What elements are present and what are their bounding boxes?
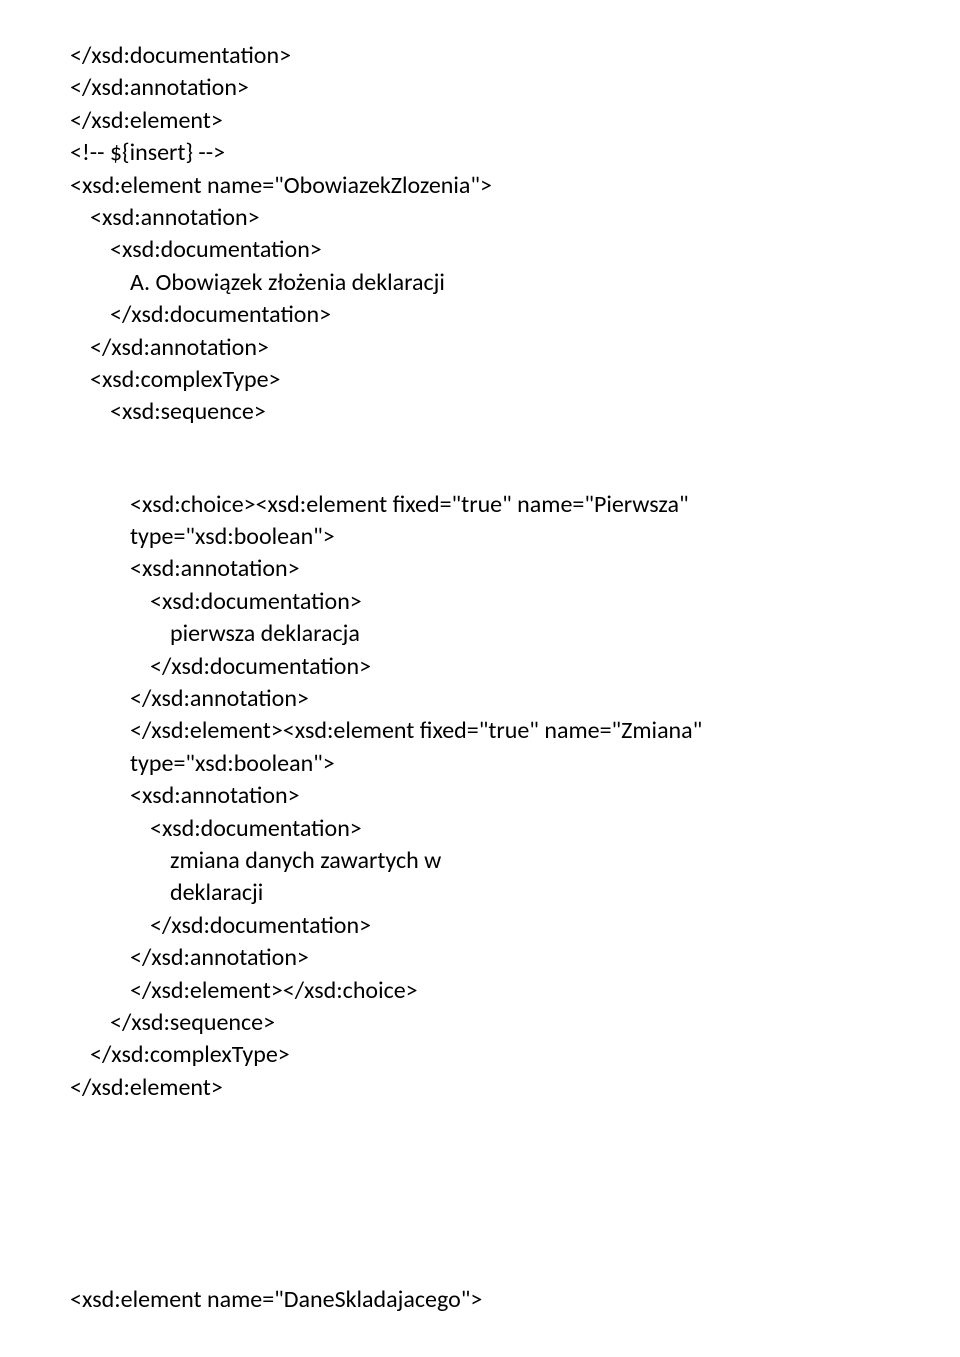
code-line: </xsd:documentation> [70, 40, 890, 72]
code-line: <xsd:annotation> [70, 202, 890, 234]
code-line: </xsd:annotation> [70, 72, 890, 104]
code-line: </xsd:documentation> [70, 299, 890, 331]
code-line: <xsd:annotation> [70, 553, 890, 585]
code-line: </xsd:annotation> [70, 332, 890, 364]
code-line: <xsd:complexType> [70, 364, 890, 396]
code-line: </xsd:complexType> [70, 1039, 890, 1071]
code-line: zmiana danych zawartych w [70, 845, 890, 877]
code-line: </xsd:documentation> [70, 651, 890, 683]
code-line: <xsd:documentation> [70, 586, 890, 618]
code-line: <xsd:annotation> [70, 780, 890, 812]
code-block-3: <xsd:element name="DaneSkladajacego"> [70, 1284, 890, 1316]
code-line: </xsd:element></xsd:choice> [70, 975, 890, 1007]
code-line: A. Obowiązek złożenia deklaracji [70, 267, 890, 299]
code-line: </xsd:element> [70, 1072, 890, 1104]
code-block-2: <xsd:choice><xsd:element fixed="true" na… [70, 489, 890, 1104]
code-line: </xsd:element><xsd:element fixed="true" … [70, 715, 890, 780]
code-line: <xsd:element name="DaneSkladajacego"> [70, 1284, 890, 1316]
spacer-large [70, 1104, 890, 1284]
code-line: </xsd:sequence> [70, 1007, 890, 1039]
code-line: <xsd:documentation> [70, 234, 890, 266]
code-line: </xsd:annotation> [70, 683, 890, 715]
code-block-1: </xsd:documentation></xsd:annotation></x… [70, 40, 890, 429]
code-line: <xsd:choice><xsd:element fixed="true" na… [70, 489, 890, 554]
code-line: <!-- ${insert} --> [70, 137, 890, 169]
code-line: deklaracji [70, 877, 890, 909]
code-line: <xsd:sequence> [70, 396, 890, 428]
code-line: </xsd:documentation> [70, 910, 890, 942]
code-line: </xsd:annotation> [70, 942, 890, 974]
code-line: <xsd:element name="ObowiazekZlozenia"> [70, 170, 890, 202]
code-line: <xsd:documentation> [70, 813, 890, 845]
code-line: </xsd:element> [70, 105, 890, 137]
code-line: pierwsza deklaracja [70, 618, 890, 650]
spacer [70, 429, 890, 489]
